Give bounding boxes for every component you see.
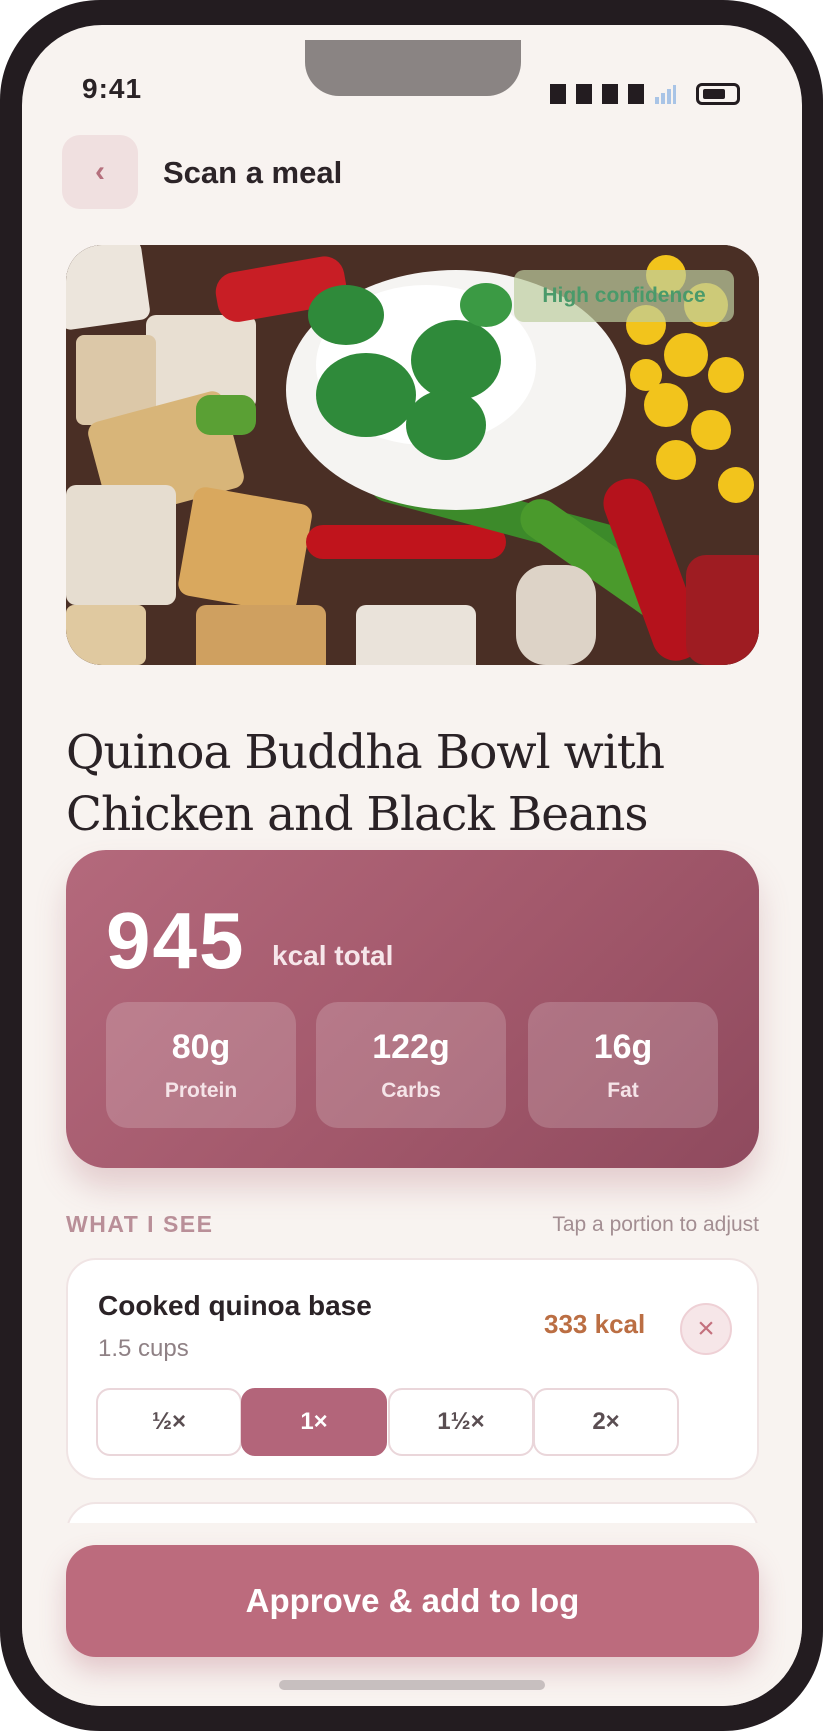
home-indicator — [279, 1680, 545, 1690]
macro-value: 80g — [171, 1028, 231, 1066]
status-icons — [550, 80, 740, 108]
signal-bar-icon — [550, 84, 566, 104]
section-heading: WHAT I SEE — [66, 1211, 214, 1237]
phone-frame: 9:41 ‹ Scan a meal High confidence Quino… — [0, 0, 823, 1731]
page-title: Scan a meal — [163, 155, 343, 190]
portion-one-button[interactable]: 1× — [241, 1388, 387, 1456]
portion-half-button[interactable]: ½× — [96, 1388, 242, 1456]
macro-fat: 16g Fat — [528, 1002, 718, 1128]
battery-icon — [696, 83, 740, 105]
macro-value: 16g — [593, 1028, 653, 1066]
approve-button[interactable]: Approve & add to log — [66, 1545, 759, 1657]
portion-one-and-half-button[interactable]: 1½× — [388, 1388, 534, 1456]
wifi-icon — [655, 85, 676, 104]
food-item-name: Cooked quinoa base — [98, 1290, 372, 1321]
chevron-left-icon: ‹ — [95, 155, 105, 188]
app-screen: 9:41 ‹ Scan a meal High confidence Quino… — [22, 25, 802, 1706]
meal-title: Quinoa Buddha Bowl with Chicken and Blac… — [66, 725, 665, 842]
signal-bar-icon — [602, 84, 618, 104]
back-button[interactable]: ‹ — [62, 135, 138, 209]
signal-bar-icon — [576, 84, 592, 104]
calorie-summary-card: 945 kcal total 80g Protein 122g Carbs 16… — [66, 850, 759, 1168]
signal-bar-icon — [628, 84, 644, 104]
macro-label: Protein — [164, 1079, 238, 1102]
status-time: 9:41 — [82, 73, 143, 104]
food-item-quantity: 1.5 cups — [98, 1335, 189, 1362]
food-item-kcal: 333 kcal — [544, 1309, 646, 1339]
food-item-card: Cooked quinoa base 1.5 cups 333 kcal × ½… — [66, 1258, 759, 1480]
section-hint: Tap a portion to adjust — [552, 1213, 759, 1236]
device-notch — [305, 40, 521, 96]
confidence-badge: High confidence — [514, 270, 734, 322]
macro-label: Carbs — [381, 1079, 441, 1102]
calorie-total: 945 — [106, 896, 246, 985]
remove-item-button[interactable]: × — [680, 1303, 732, 1355]
close-icon: × — [697, 1312, 715, 1345]
calorie-label: kcal total — [272, 940, 394, 971]
macro-label: Fat — [607, 1079, 639, 1102]
portion-double-button[interactable]: 2× — [533, 1388, 679, 1456]
macro-carbs: 122g Carbs — [316, 1002, 506, 1128]
macro-protein: 80g Protein — [106, 1002, 296, 1128]
macro-value: 122g — [372, 1028, 450, 1066]
